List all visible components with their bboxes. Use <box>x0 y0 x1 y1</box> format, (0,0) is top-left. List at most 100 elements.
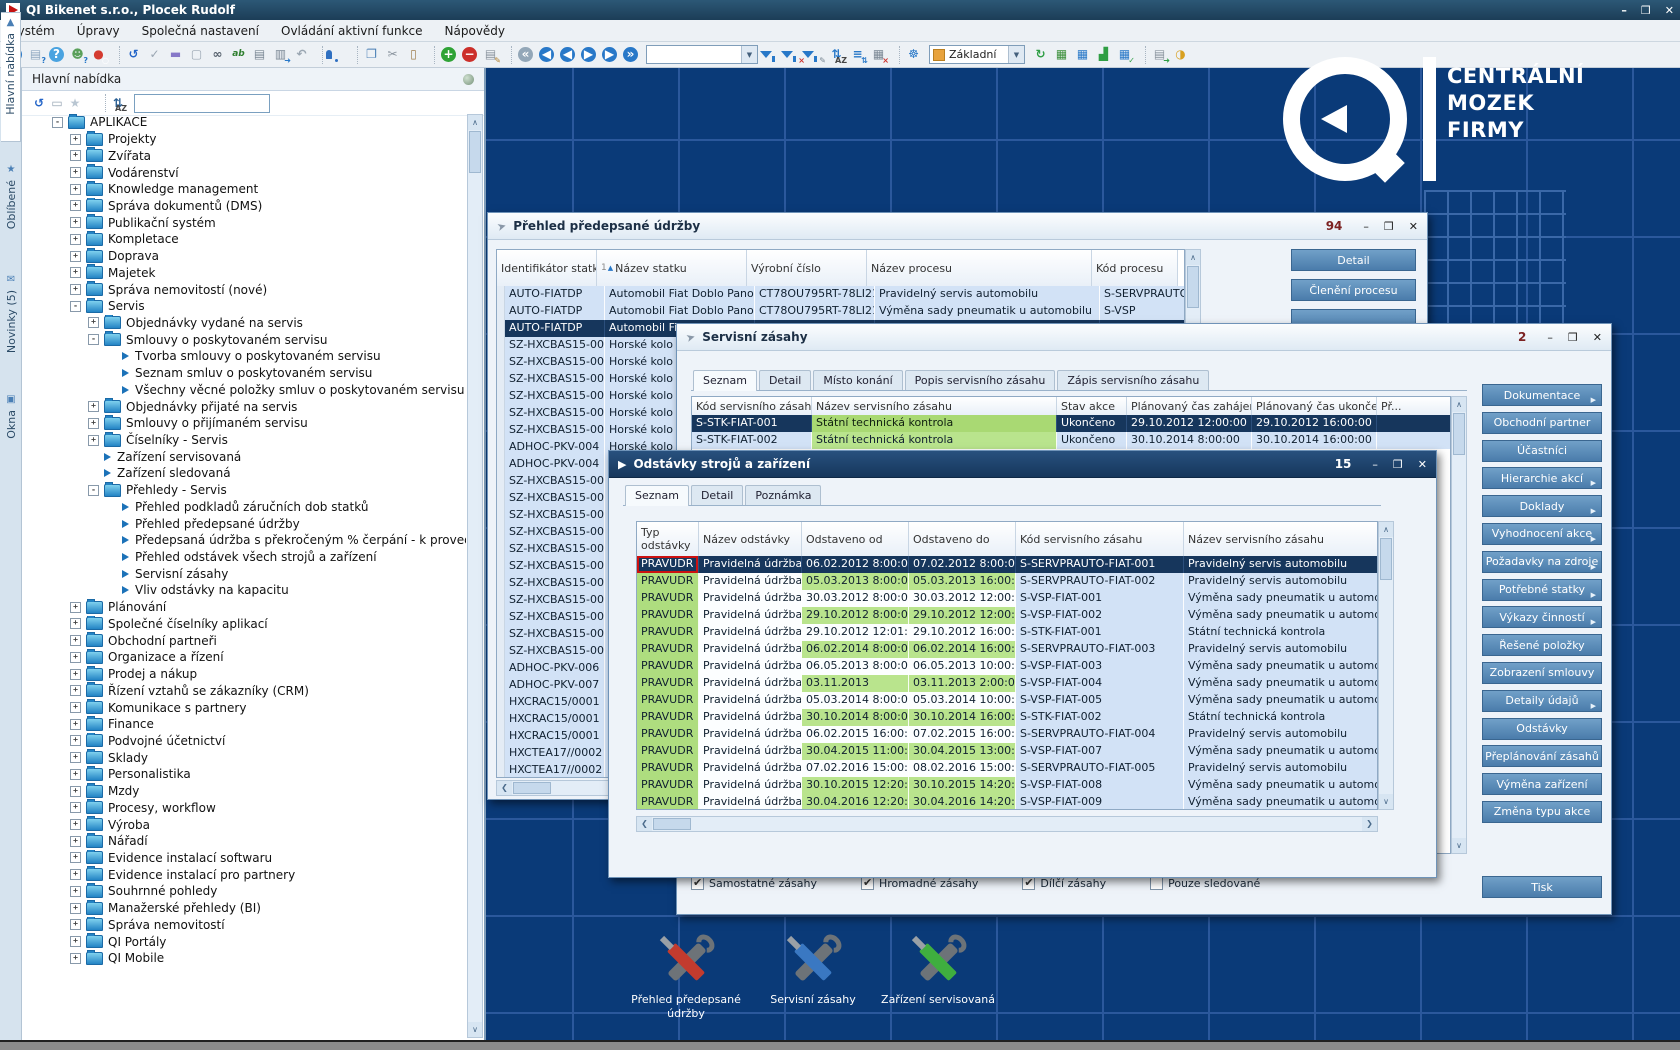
column-header[interactable]: Typ odstávky <box>637 522 699 556</box>
tree-item[interactable]: + Smlouvy o přijímaném servisu <box>22 415 466 432</box>
print-icon[interactable]: ▤ <box>249 45 270 65</box>
table-row[interactable]: PRAVUDR Pravidelná údržba 03.11.2013 03.… <box>637 675 1377 692</box>
scrollbar-thumb[interactable] <box>1380 538 1392 580</box>
tree-item[interactable]: + Manažerské přehledy (BI) <box>22 900 466 917</box>
bell-icon[interactable] <box>326 45 347 65</box>
tree-item[interactable]: + Zvířata <box>22 147 466 164</box>
separator[interactable] <box>892 46 900 64</box>
checkbox-box[interactable] <box>1022 877 1035 890</box>
favorite-star-icon[interactable]: ★ <box>66 93 84 113</box>
preview-icon[interactable]: ▭ <box>48 93 66 113</box>
nav-prev-icon[interactable]: ◀ <box>557 45 578 65</box>
tree-item[interactable]: + Plánování <box>22 599 466 616</box>
column-header[interactable]: Plánovaný čas ukončení <box>1252 397 1377 415</box>
action-button[interactable]: Potřebné statky <box>1482 579 1602 601</box>
separator[interactable] <box>112 46 120 64</box>
table-row[interactable]: PRAVUDR Pravidelná údržba 06.02.2014 8:0… <box>637 641 1377 658</box>
column-header[interactable]: Kód procesu <box>1092 250 1178 286</box>
expand-toggle-icon[interactable]: + <box>70 719 81 730</box>
about-icon[interactable]: ◑ <box>1170 45 1191 65</box>
book-icon[interactable]: ▬ <box>165 45 186 65</box>
search-binoculars-icon[interactable]: ∞ <box>207 45 228 65</box>
tree-item[interactable]: + Správa dokumentů (DMS) <box>22 198 466 215</box>
strip-tab-oblibene[interactable]: ★ Oblíbené <box>1 160 21 252</box>
tree-item[interactable]: + Řízení vztahů se zákazníky (CRM) <box>22 682 466 699</box>
tree-item[interactable]: + Objednávky přijaté na servis <box>22 398 466 415</box>
expand-toggle-icon[interactable]: + <box>70 669 81 680</box>
tree-item[interactable]: + Prodej a nákup <box>22 666 466 683</box>
expand-toggle-icon[interactable]: + <box>70 217 81 228</box>
grid-edit-icon[interactable]: ▦ <box>1051 45 1072 65</box>
action-button[interactable]: Změna typu akce <box>1482 801 1602 823</box>
refresh-icon[interactable]: ↺ <box>30 93 48 113</box>
tree-item[interactable]: + Sklady <box>22 749 466 766</box>
tree-search-input[interactable] <box>134 94 270 113</box>
close-icon[interactable] <box>1418 458 1427 471</box>
expand-toggle-icon[interactable]: - <box>52 117 63 128</box>
action-button[interactable]: Dokumentace <box>1482 384 1602 406</box>
tree-scrollbar[interactable] <box>467 114 483 1038</box>
cut-icon[interactable]: ✂ <box>382 45 403 65</box>
action-button[interactable]: Vyhodnocení akce <box>1482 523 1602 545</box>
desktop-icon-servisni-zasahy[interactable]: Servisní zásahy <box>752 933 874 1007</box>
tree-item[interactable]: - Servis <box>22 298 466 315</box>
form-icon[interactable]: ▢ <box>186 45 207 65</box>
action-button[interactable]: Řešené položky <box>1482 634 1602 656</box>
tree-item[interactable]: + Souhrnné pohledy <box>22 883 466 900</box>
tree-item[interactable]: Vliv odstávky na kapacitu <box>22 582 466 599</box>
tree-item[interactable]: + Správa nemovitostí (nové) <box>22 281 466 298</box>
action-button[interactable]: Přeplánování zásahů <box>1482 745 1602 767</box>
page-go-icon[interactable]: ▤➜ <box>1149 45 1170 65</box>
tree-item[interactable]: + Společné číselníky aplikací <box>22 616 466 633</box>
filter-edit-icon[interactable]: ✎ <box>805 45 826 65</box>
tree-item[interactable]: Přehled odstávek všech strojů a zařízení <box>22 549 466 566</box>
menu-item[interactable]: Společná nastavení <box>142 24 259 38</box>
add-icon[interactable]: + <box>438 45 459 65</box>
expand-toggle-icon[interactable]: + <box>88 418 99 429</box>
separator[interactable] <box>87 94 106 112</box>
table-row[interactable]: PRAVUDR Pravidelná údržba 05.03.2014 8:0… <box>637 692 1377 709</box>
scrollbar-thumb[interactable] <box>653 818 691 830</box>
view-profile-combo[interactable]: Základní <box>929 45 1025 64</box>
sort-az-icon[interactable]: ⇅AZ <box>109 93 127 113</box>
tab[interactable]: Seznam <box>625 485 689 506</box>
minimize-icon[interactable] <box>1547 331 1553 344</box>
expand-toggle-icon[interactable]: + <box>70 802 81 813</box>
table-row[interactable]: PRAVUDR Pravidelná údržba 06.02.2015 16:… <box>637 726 1377 743</box>
column-header[interactable]: Odstaveno od <box>802 522 909 556</box>
filter-checkbox[interactable]: Pouze sledované <box>1150 877 1260 890</box>
action-button[interactable]: Doklady <box>1482 495 1602 517</box>
nav-next-icon[interactable]: ▶ <box>578 45 599 65</box>
action-button[interactable]: Zobrazení smlouvy <box>1482 662 1602 684</box>
tree-item[interactable]: + Procesy, workflow <box>22 799 466 816</box>
action-button[interactable]: Detaily údajů <box>1482 690 1602 712</box>
expand-toggle-icon[interactable]: + <box>70 652 81 663</box>
tree-item[interactable]: Přehled předepsané údržby <box>22 515 466 532</box>
column-header[interactable]: Kód servisního zásahu <box>1016 522 1184 556</box>
tree-item[interactable]: + Evidence instalací softwaru <box>22 850 466 867</box>
tab[interactable]: Zápis servisního zásahu <box>1057 370 1209 390</box>
expand-toggle-icon[interactable]: + <box>70 752 81 763</box>
filter-checkbox[interactable]: Samostatné zásahy <box>691 877 817 890</box>
tree-item[interactable]: + Finance <box>22 716 466 733</box>
expand-toggle-icon[interactable]: + <box>70 953 81 964</box>
expand-toggle-icon[interactable]: + <box>70 251 81 262</box>
tree-item[interactable]: - APLIKACE <box>22 114 466 131</box>
minimize-icon[interactable] <box>1372 458 1378 471</box>
filter-checkbox[interactable]: Hromadné zásahy <box>861 877 978 890</box>
scroll-up-icon[interactable] <box>1452 397 1466 412</box>
table-row[interactable]: PRAVUDR Pravidelná údržba 05.03.2013 8:0… <box>637 573 1377 590</box>
window-title-bar[interactable]: ➤ Servisní zásahy 2 <box>677 324 1611 351</box>
desktop-icon-prehled-predepsane-udrzby[interactable]: Přehled předepsané údržby <box>625 933 747 1021</box>
tree-item[interactable]: Servisní zásahy <box>22 565 466 582</box>
expand-toggle-icon[interactable]: - <box>70 301 81 312</box>
action-button[interactable]: Požadavky na zdroje <box>1482 551 1602 573</box>
tree-item[interactable]: Zařízení sledovaná <box>22 465 466 482</box>
gear-icon[interactable]: ☸ <box>903 45 924 65</box>
column-header[interactable]: Kód servisního zásahu <box>692 397 812 415</box>
column-header[interactable]: Název servisního zásahu <box>1184 522 1378 556</box>
view-refresh-icon[interactable]: ↻ <box>1030 45 1051 65</box>
sort-multi-icon[interactable]: ≡⇅ <box>847 45 868 65</box>
print-button[interactable]: Tisk <box>1482 876 1602 898</box>
scroll-up-icon[interactable] <box>1379 522 1393 537</box>
